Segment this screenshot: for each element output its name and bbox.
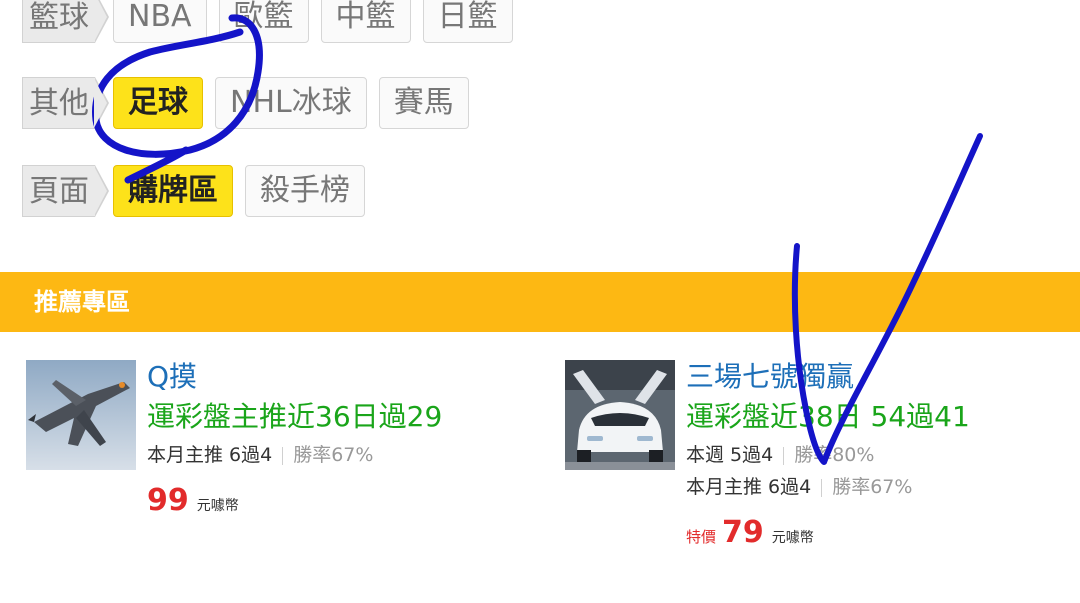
- price-amount: 79: [722, 515, 764, 550]
- chip-nba[interactable]: NBA: [113, 0, 207, 43]
- chip-horse-racing[interactable]: 賽馬: [378, 77, 469, 129]
- stat-divider: [282, 446, 284, 465]
- predictor-name[interactable]: 三場七號獨贏: [686, 360, 970, 394]
- filter-row-basketball: 籃球 NBA 歐籃 中籃 日籃: [22, 0, 525, 44]
- filter-label-page: 頁面: [22, 165, 109, 217]
- card-text: 三場七號獨贏 運彩盤近38日 54過41 本週 5過4 勝率80% 本月主推 6過…: [686, 360, 970, 555]
- filter-row-other: 其他 足球 NHL冰球 賽馬: [22, 76, 481, 130]
- stat-win-rate: 勝率80%: [794, 444, 875, 466]
- stat-win-rate: 勝率67%: [832, 476, 913, 498]
- record-summary: 運彩盤近38日 54過41: [686, 400, 970, 433]
- filter-row-page: 頁面 購牌區 殺手榜: [22, 164, 377, 218]
- stat-label: 本月主推 6過4: [686, 476, 812, 498]
- stat-label: 本月主推 6過4: [147, 444, 273, 466]
- chip-soccer[interactable]: 足球: [113, 77, 203, 129]
- stat-label: 本週 5過4: [686, 444, 774, 466]
- price-amount: 99: [147, 483, 189, 518]
- stat-line-month: 本月主推 6過4 勝率67%: [686, 472, 970, 502]
- filter-label-basketball: 籃球: [22, 0, 109, 43]
- chip-euro-basketball[interactable]: 歐籃: [218, 0, 309, 43]
- record-summary: 運彩盤主推近36日過29: [147, 400, 443, 433]
- fighter-jet-thumbnail[interactable]: [26, 360, 136, 470]
- filter-label-other: 其他: [22, 77, 109, 129]
- recommendation-card[interactable]: 三場七號獨贏 運彩盤近38日 54過41 本週 5過4 勝率80% 本月主推 6過…: [565, 360, 1065, 590]
- chip-china-basketball[interactable]: 中籃: [320, 0, 411, 43]
- card-text: Q摸 運彩盤主推近36日過29 本月主推 6過4 勝率67% 99 元噱幣: [147, 360, 442, 523]
- price-unit: 元噱幣: [771, 530, 814, 546]
- special-price-tag: 特價: [686, 528, 717, 546]
- chip-purchase-area[interactable]: 購牌區: [113, 165, 233, 217]
- stat-line: 本月主推 6過4 勝率67%: [147, 440, 442, 470]
- chip-japan-basketball[interactable]: 日籃: [422, 0, 513, 43]
- stat-win-rate: 勝率67%: [293, 444, 374, 466]
- price-unit: 元噱幣: [196, 498, 239, 514]
- chip-killer-ranking[interactable]: 殺手榜: [245, 165, 365, 217]
- chip-nhl-hockey[interactable]: NHL冰球: [215, 77, 367, 129]
- price[interactable]: 99 元噱幣: [147, 484, 442, 523]
- recommendation-card[interactable]: Q摸 運彩盤主推近36日過29 本月主推 6過4 勝率67% 99 元噱幣: [26, 360, 526, 580]
- stat-divider: [783, 446, 785, 465]
- predictor-name[interactable]: Q摸: [147, 360, 442, 394]
- stat-line-week: 本週 5過4 勝率80%: [686, 440, 970, 470]
- stat-divider: [821, 478, 823, 497]
- car-thumbnail[interactable]: [565, 360, 675, 470]
- price[interactable]: 特價 79 元噱幣: [686, 516, 970, 555]
- section-header-recommended: 推薦專區: [0, 272, 1080, 332]
